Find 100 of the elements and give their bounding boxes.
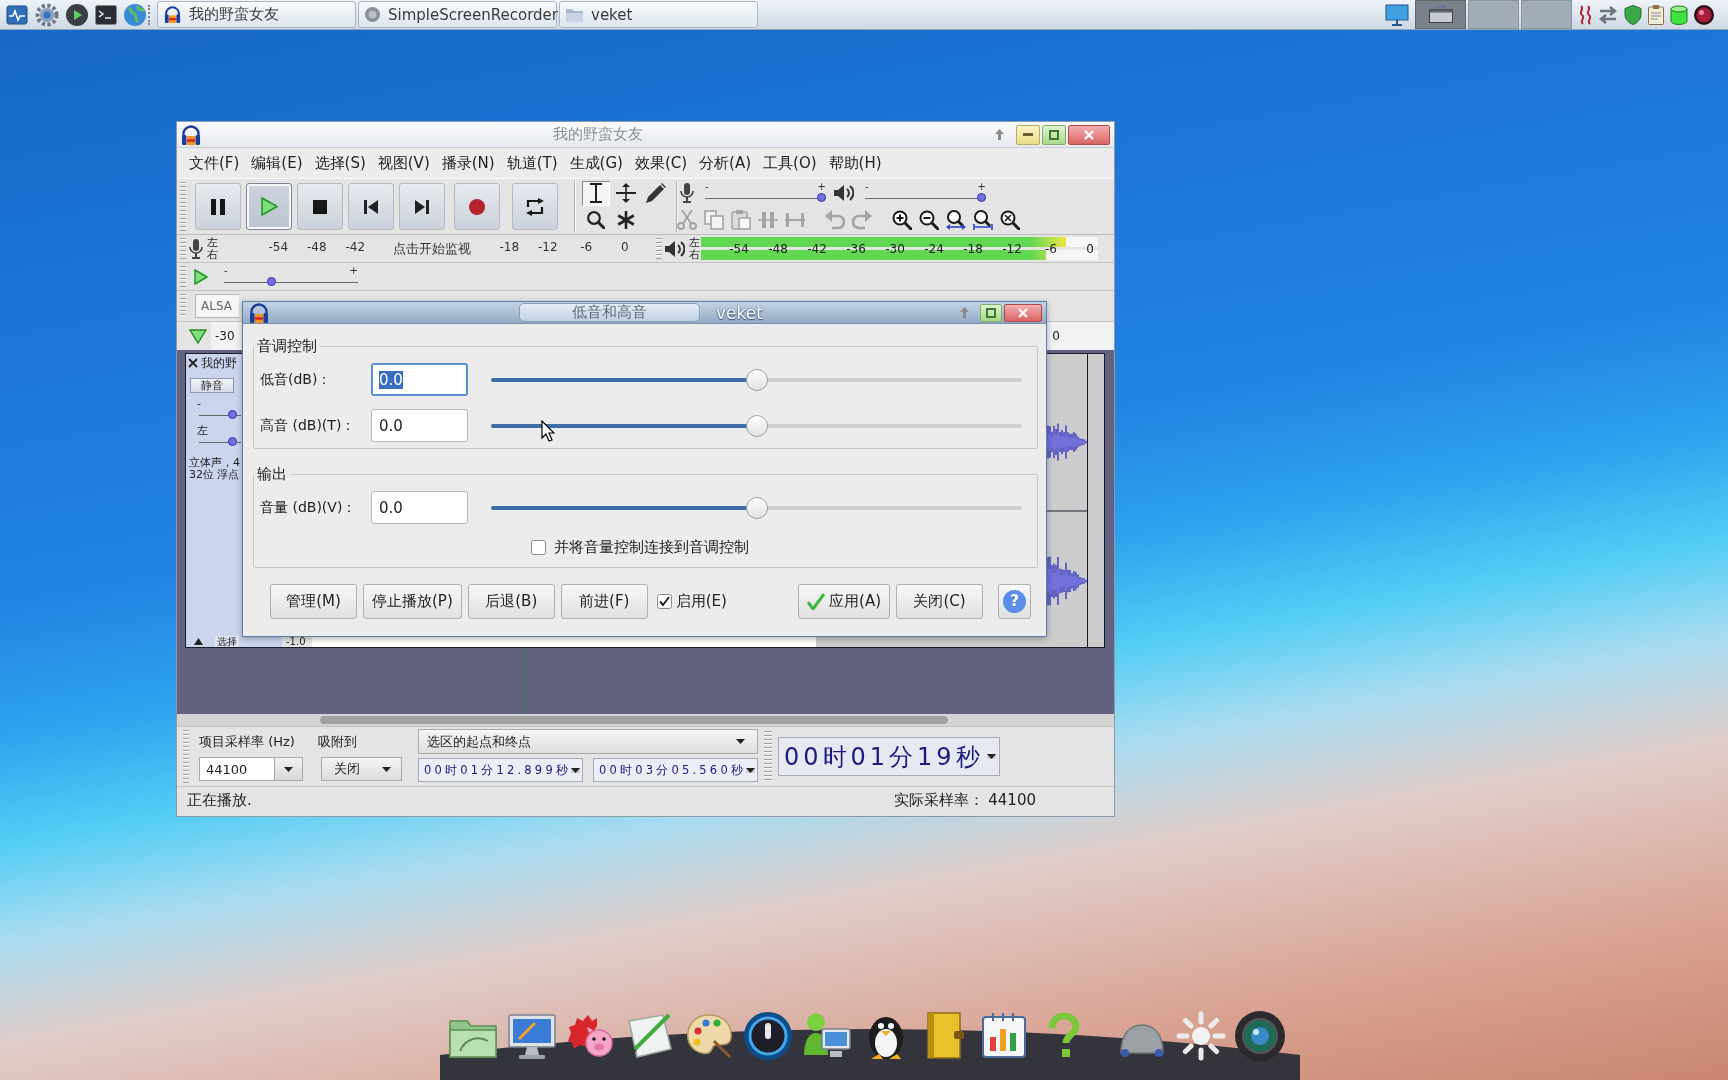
menu-item[interactable]: 视图(V)	[377, 153, 430, 173]
mute-button[interactable]: 静音	[190, 378, 234, 393]
scrollbar-thumb[interactable]	[320, 716, 948, 724]
maximize-button[interactable]	[980, 303, 1002, 322]
close-button[interactable]	[1004, 303, 1042, 322]
snap-dropdown[interactable]: 关闭	[321, 757, 402, 781]
menu-item[interactable]: 播录(N)	[441, 153, 495, 173]
audio-host-dropdown[interactable]: ALSA	[195, 294, 239, 318]
gear-icon[interactable]	[35, 2, 59, 27]
workspace-button[interactable]	[1415, 0, 1466, 29]
toolbar-grip[interactable]	[183, 730, 189, 783]
track-name[interactable]: 我的野	[201, 354, 237, 372]
menu-item[interactable]: 效果(C)	[634, 153, 688, 173]
speaker-icon[interactable]	[665, 239, 685, 258]
slider-thumb[interactable]	[228, 437, 238, 446]
dialog-button[interactable]: 管理(M)	[270, 584, 357, 619]
slider[interactable]	[491, 414, 1022, 437]
clipboard-icon[interactable]	[1648, 4, 1664, 25]
slider-thumb[interactable]	[817, 193, 826, 203]
shield-icon[interactable]	[1624, 4, 1642, 25]
terminal-icon[interactable]	[95, 4, 117, 25]
menu-item[interactable]: 帮助(H)	[828, 153, 882, 173]
menu-item[interactable]: 轨道(T)	[506, 153, 558, 173]
number-field[interactable]: 0.0	[371, 409, 468, 442]
caret-icon[interactable]	[987, 754, 996, 759]
chart-icon[interactable]	[979, 1011, 1029, 1061]
slider-thumb[interactable]	[977, 193, 986, 203]
maximize-icon[interactable]	[1049, 129, 1059, 140]
slider[interactable]	[491, 496, 1022, 519]
time-field[interactable]: 00时03分05.560秒	[593, 758, 758, 782]
menu-item[interactable]: 分析(A)	[699, 153, 752, 173]
menu-item[interactable]: 文件(F)	[189, 153, 240, 173]
slider[interactable]	[865, 193, 986, 204]
microphone-icon[interactable]	[189, 238, 203, 259]
zoom-in-icon[interactable]	[892, 210, 912, 231]
dialog-button[interactable]: 关闭(C)	[896, 584, 983, 619]
squiggle-icon[interactable]	[1578, 4, 1592, 25]
speaker-icon[interactable]	[834, 183, 854, 202]
menu-item[interactable]: 选择(S)	[314, 153, 366, 173]
maximize-button[interactable]	[1042, 124, 1066, 145]
round-speaker-icon[interactable]	[743, 1011, 793, 1061]
triangle-down-icon[interactable]	[189, 328, 207, 344]
slider[interactable]	[199, 437, 241, 447]
stop-button[interactable]	[297, 183, 343, 230]
menu-item[interactable]: 生成(G)	[569, 153, 623, 173]
swap-arrows-icon[interactable]	[1598, 5, 1618, 24]
checkbox[interactable]	[531, 540, 546, 555]
slider-thumb[interactable]	[266, 277, 276, 286]
slider[interactable]	[199, 410, 241, 420]
audio-position-field[interactable]: 00时01分19秒	[778, 737, 1000, 776]
microphone-icon[interactable]	[680, 182, 694, 203]
selection-mode-dropdown[interactable]: 选区的起点和终点	[418, 729, 758, 754]
dialog-button[interactable]: 前进(F)	[560, 584, 648, 619]
taskbar-button[interactable]: 我的野蛮女友	[157, 1, 356, 28]
toolbar-grip[interactable]	[180, 182, 186, 231]
zoom-out-icon[interactable]	[919, 210, 939, 231]
slider-thumb[interactable]	[228, 410, 238, 419]
toolbar-grip[interactable]	[180, 294, 186, 318]
taskbar-button[interactable]: SimpleScreenRecorder	[358, 1, 557, 28]
skip-to-start-button[interactable]	[348, 183, 394, 230]
headphones-icon[interactable]	[181, 124, 201, 145]
caret-icon[interactable]	[571, 767, 581, 773]
select-button[interactable]: 选择	[215, 635, 239, 647]
taskbar-button[interactable]: veket	[559, 1, 758, 28]
caret-icon[interactable]	[746, 767, 756, 773]
fit-project-icon[interactable]	[973, 210, 993, 231]
toolbar-grip[interactable]	[180, 238, 186, 259]
collapse-icon[interactable]	[194, 637, 203, 645]
toolbar-grip[interactable]	[180, 266, 186, 287]
sample-rate-combo[interactable]: 44100	[199, 757, 303, 781]
close-button[interactable]	[1068, 124, 1110, 145]
toolbar-grip[interactable]	[656, 238, 662, 259]
zoom-toggle-icon[interactable]	[1000, 210, 1020, 231]
i-beam-tool-button[interactable]	[582, 180, 610, 206]
palette-icon[interactable]	[684, 1011, 734, 1061]
menu-item[interactable]: 编辑(E)	[251, 153, 303, 173]
record-button[interactable]	[454, 183, 500, 230]
cylinder-icon[interactable]	[1670, 4, 1688, 25]
scrollbar-track[interactable]	[177, 714, 1114, 726]
caret-icon[interactable]	[382, 766, 391, 772]
number-field[interactable]: 0.0	[371, 363, 468, 396]
maximize-icon[interactable]	[986, 307, 996, 318]
time-field[interactable]: 00时01分12.899秒	[418, 758, 583, 782]
minimize-button[interactable]	[1016, 124, 1040, 145]
menu-item[interactable]: 工具(O)	[763, 153, 817, 173]
play-button[interactable]	[246, 183, 292, 230]
play-circle-icon[interactable]	[66, 3, 88, 26]
slider-thumb[interactable]	[745, 496, 768, 519]
sun-icon[interactable]	[1176, 1011, 1226, 1061]
headphones-icon[interactable]	[249, 302, 269, 323]
slider-thumb[interactable]	[745, 368, 768, 391]
fit-selection-icon[interactable]	[946, 210, 966, 231]
dialog-button[interactable]: 停止播放(P)	[363, 584, 462, 619]
slider[interactable]	[224, 277, 358, 287]
pause-button[interactable]	[195, 183, 241, 230]
notepad-icon[interactable]	[625, 1011, 675, 1061]
number-field[interactable]: 0.0	[371, 491, 468, 524]
ball-icon[interactable]	[1694, 4, 1714, 25]
close-icon[interactable]	[188, 358, 198, 368]
pulse-monitor-icon[interactable]	[6, 4, 28, 25]
